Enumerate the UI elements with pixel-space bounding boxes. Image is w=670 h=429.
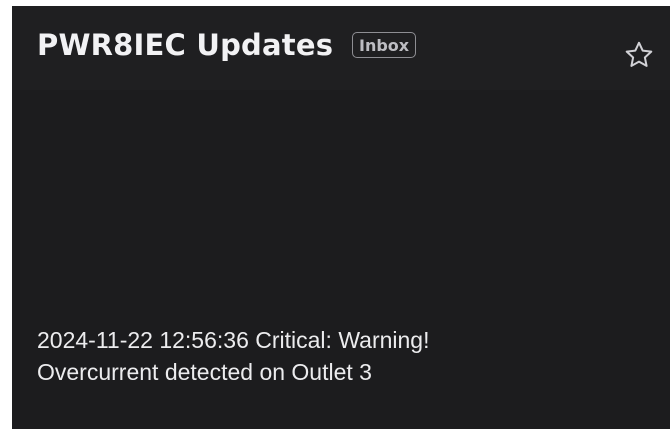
- message-line-2: Overcurrent detected on Outlet 3: [37, 359, 372, 385]
- email-header: PWR8IEC Updates Inbox: [12, 6, 670, 90]
- email-body: 2024-11-22 12:56:36 Critical: Warning! O…: [37, 324, 430, 388]
- inbox-label-badge[interactable]: Inbox: [352, 32, 417, 58]
- star-icon[interactable]: [623, 39, 655, 71]
- message-line-1: 2024-11-22 12:56:36 Critical: Warning!: [37, 327, 430, 353]
- email-view: PWR8IEC Updates Inbox 2024-11-22 12:56:3…: [12, 6, 670, 429]
- email-subject: PWR8IEC Updates: [37, 28, 334, 62]
